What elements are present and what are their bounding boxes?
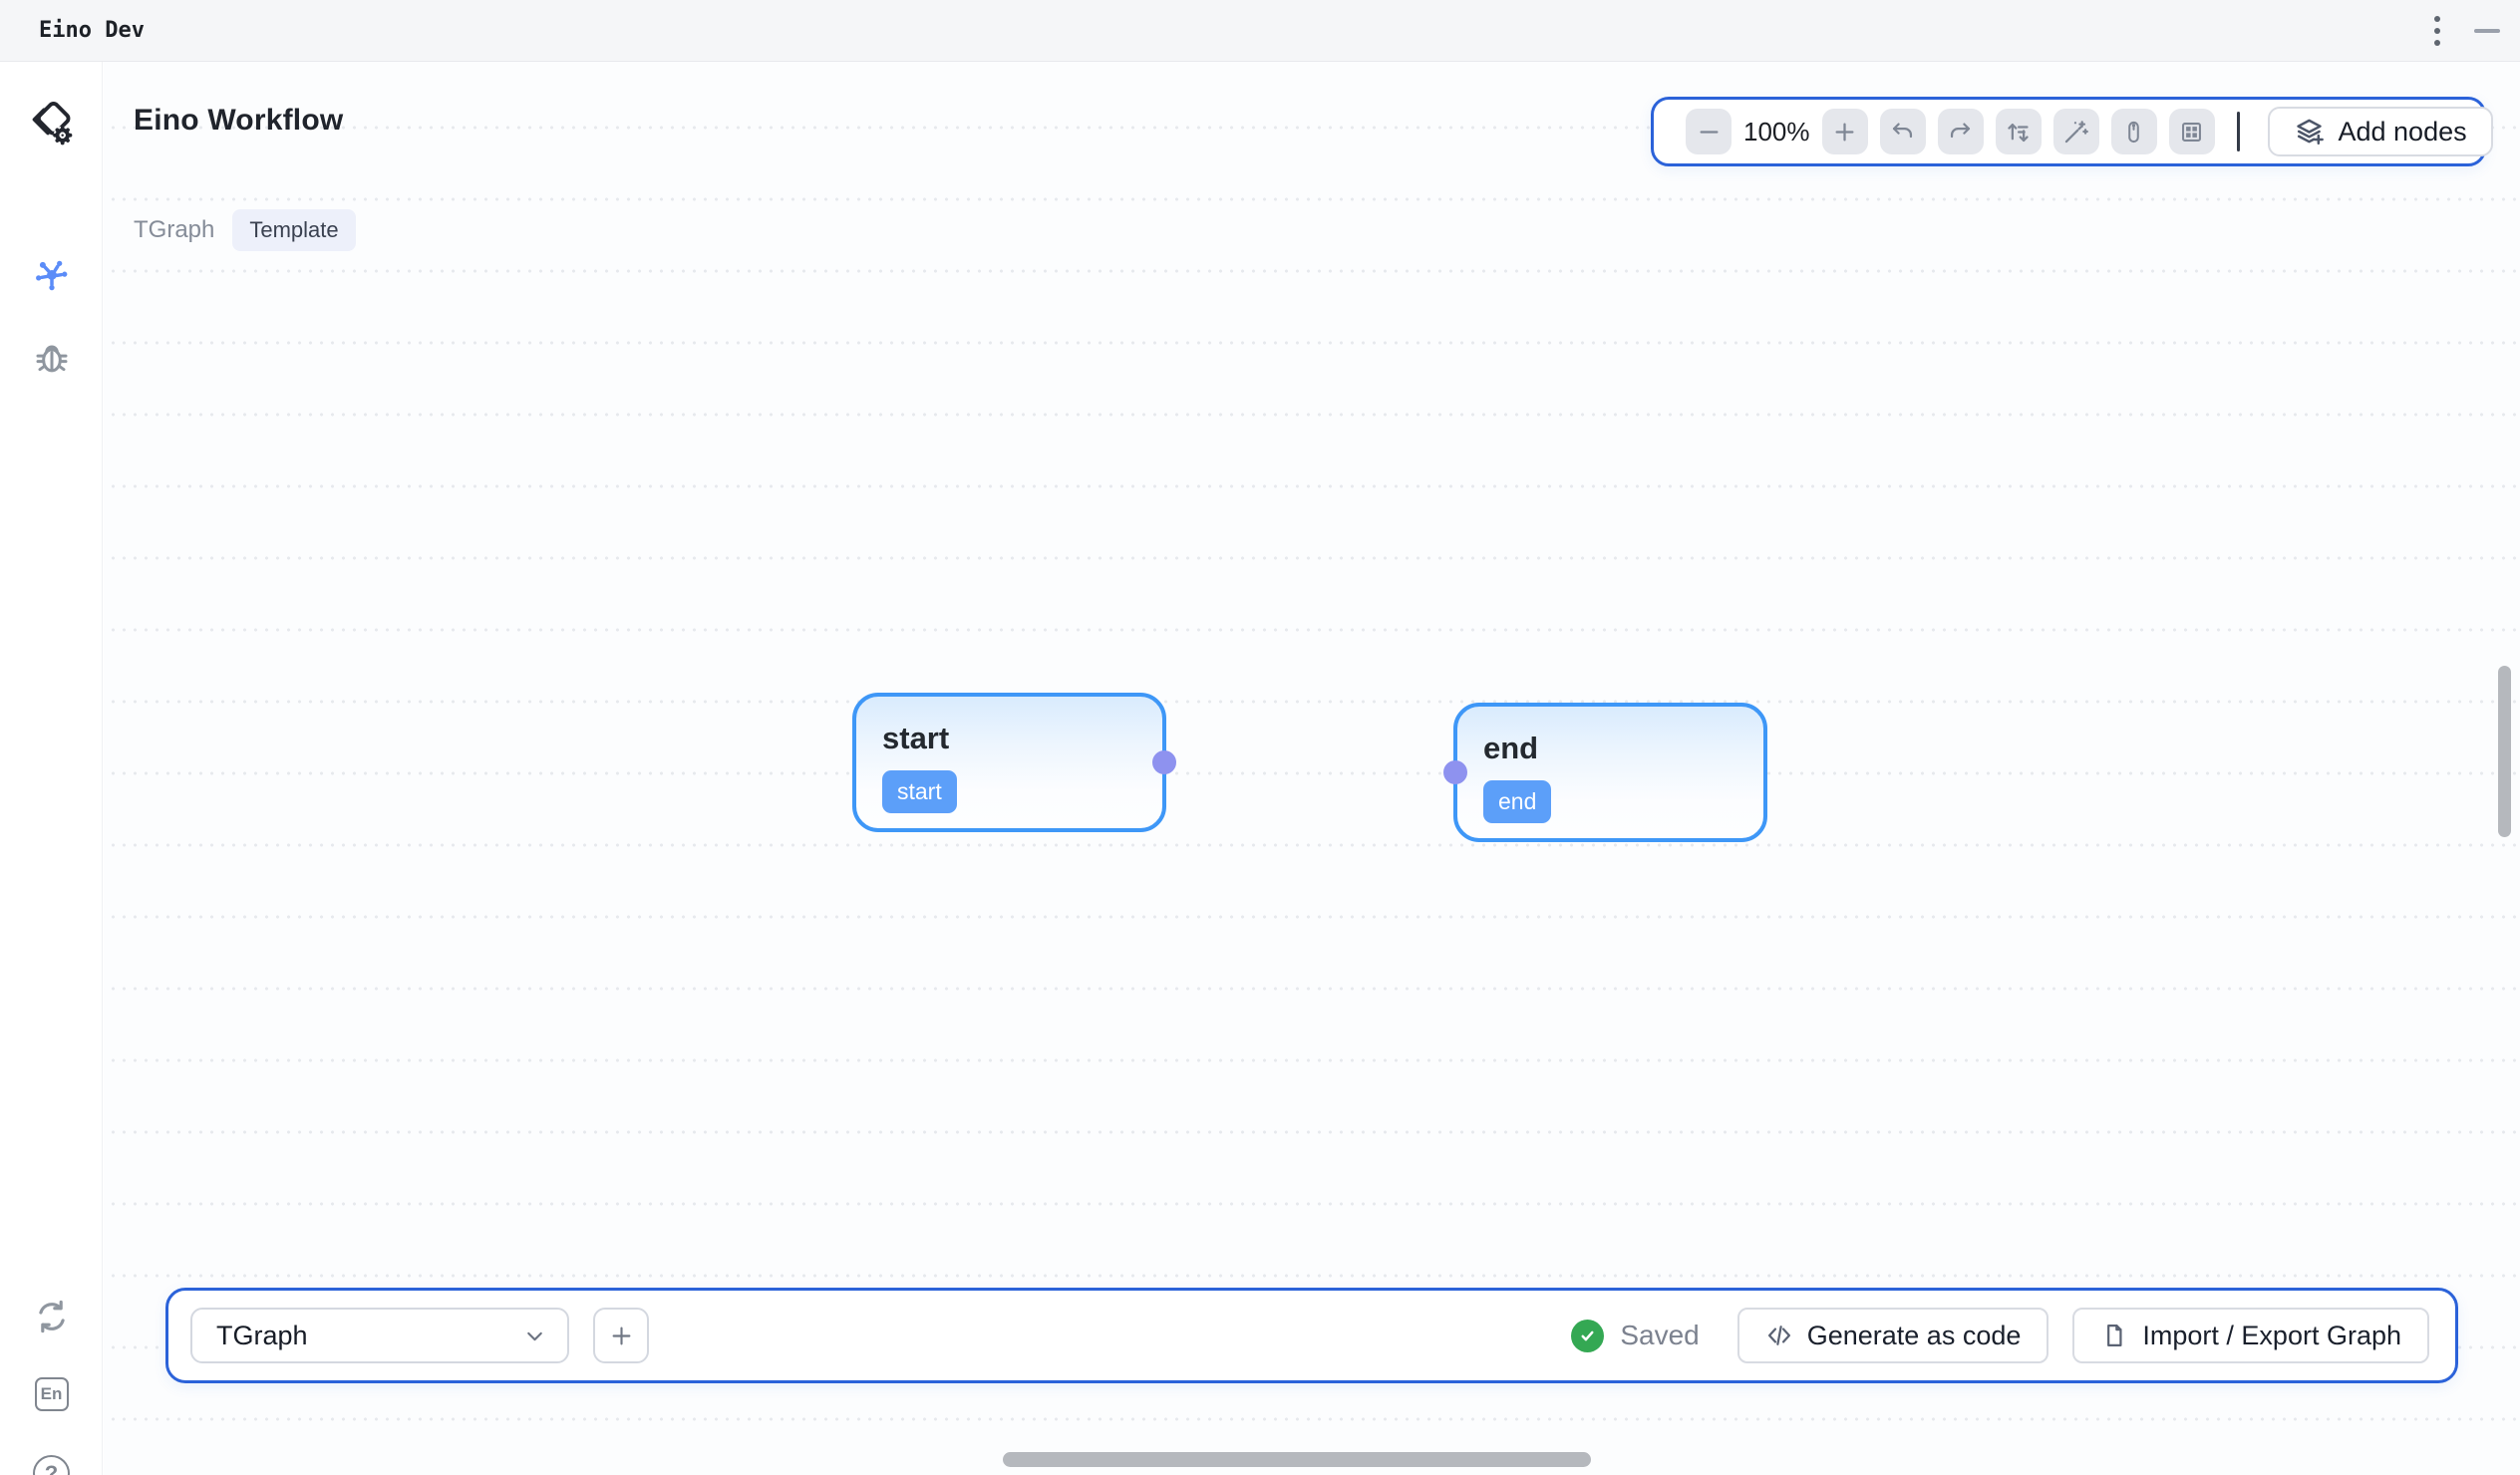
titlebar: Eino Dev bbox=[0, 0, 2520, 62]
sync-icon[interactable] bbox=[0, 1298, 103, 1335]
save-status: Saved bbox=[1571, 1320, 1699, 1352]
auto-layout-icon[interactable] bbox=[1996, 109, 2042, 154]
import-export-label: Import / Export Graph bbox=[2142, 1321, 2401, 1351]
eino-dev-window: Eino Dev bbox=[0, 0, 2520, 1475]
generate-as-code-label: Generate as code bbox=[1807, 1321, 2022, 1351]
app-title: Eino Dev bbox=[39, 18, 145, 43]
breadcrumb: TGraph Template bbox=[134, 209, 356, 251]
node-title: start bbox=[882, 721, 1136, 756]
code-icon bbox=[1765, 1322, 1793, 1349]
node-type-badge: start bbox=[882, 770, 957, 813]
redo-button[interactable] bbox=[1938, 109, 1984, 154]
minimap-icon[interactable] bbox=[2169, 109, 2215, 154]
zoom-level: 100% bbox=[1743, 117, 1810, 148]
node-title: end bbox=[1483, 731, 1737, 766]
output-port[interactable] bbox=[1152, 750, 1176, 774]
add-graph-button[interactable] bbox=[593, 1308, 649, 1363]
chevron-down-icon bbox=[522, 1324, 547, 1348]
sidebar-item-debug[interactable] bbox=[0, 337, 103, 377]
template-badge: Template bbox=[232, 209, 355, 251]
saved-label: Saved bbox=[1620, 1320, 1699, 1351]
import-export-button[interactable]: Import / Export Graph bbox=[2072, 1308, 2429, 1363]
kebab-menu-icon[interactable] bbox=[2428, 10, 2446, 52]
add-nodes-label: Add nodes bbox=[2339, 117, 2467, 148]
help-icon[interactable]: ? bbox=[0, 1455, 103, 1475]
node-end[interactable]: end end bbox=[1453, 703, 1767, 842]
input-port[interactable] bbox=[1443, 760, 1467, 784]
zoom-out-button[interactable] bbox=[1686, 109, 1732, 154]
bottom-bar: TGraph Saved Generate as code Import / E… bbox=[165, 1288, 2458, 1383]
saved-check-icon bbox=[1571, 1320, 1604, 1352]
sidebar: En ? bbox=[0, 62, 103, 1475]
magic-wand-icon[interactable] bbox=[2053, 109, 2099, 154]
eino-logo-icon[interactable] bbox=[0, 98, 103, 151]
sidebar-item-workflow[interactable] bbox=[0, 253, 103, 295]
generate-as-code-button[interactable]: Generate as code bbox=[1737, 1308, 2049, 1363]
minimize-button[interactable] bbox=[2472, 18, 2502, 44]
layers-plus-icon bbox=[2294, 117, 2325, 148]
canvas-toolbar: 100% bbox=[1651, 97, 2486, 166]
add-nodes-button[interactable]: Add nodes bbox=[2268, 107, 2493, 156]
workflow-canvas[interactable] bbox=[104, 62, 2520, 1475]
horizontal-scrollbar-thumb[interactable] bbox=[1003, 1452, 1591, 1467]
node-type-badge: end bbox=[1483, 780, 1551, 823]
toolbar-divider bbox=[2237, 112, 2240, 151]
vertical-scrollbar-thumb[interactable] bbox=[2498, 666, 2511, 837]
node-start[interactable]: start start bbox=[852, 693, 1166, 832]
language-icon[interactable]: En bbox=[0, 1377, 103, 1411]
graph-name-label: TGraph bbox=[134, 216, 214, 244]
undo-button[interactable] bbox=[1880, 109, 1926, 154]
plus-icon bbox=[608, 1323, 635, 1349]
file-icon bbox=[2100, 1322, 2128, 1349]
zoom-in-button[interactable] bbox=[1822, 109, 1868, 154]
graph-select[interactable]: TGraph bbox=[190, 1308, 569, 1363]
page-title: Eino Workflow bbox=[134, 104, 343, 138]
mouse-mode-icon[interactable] bbox=[2111, 109, 2157, 154]
graph-select-value: TGraph bbox=[216, 1321, 308, 1351]
